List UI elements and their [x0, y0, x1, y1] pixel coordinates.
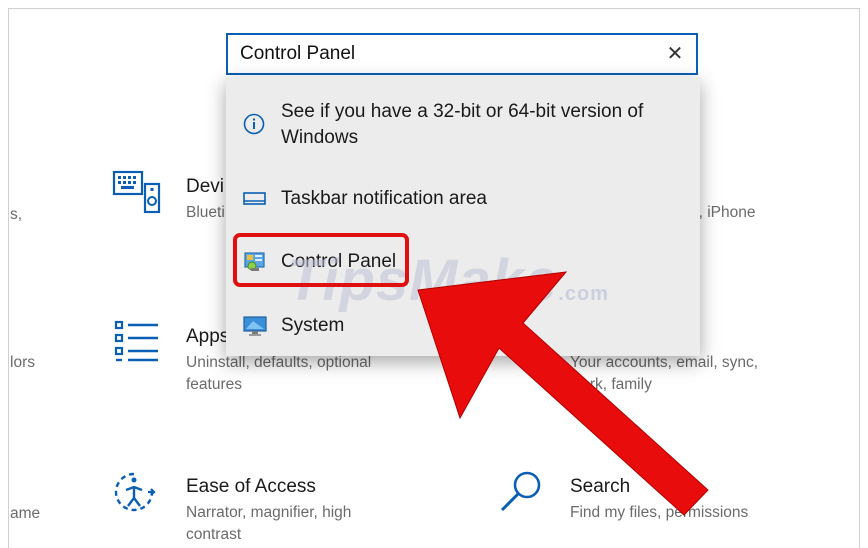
- annotation-arrow-icon: [417, 271, 709, 516]
